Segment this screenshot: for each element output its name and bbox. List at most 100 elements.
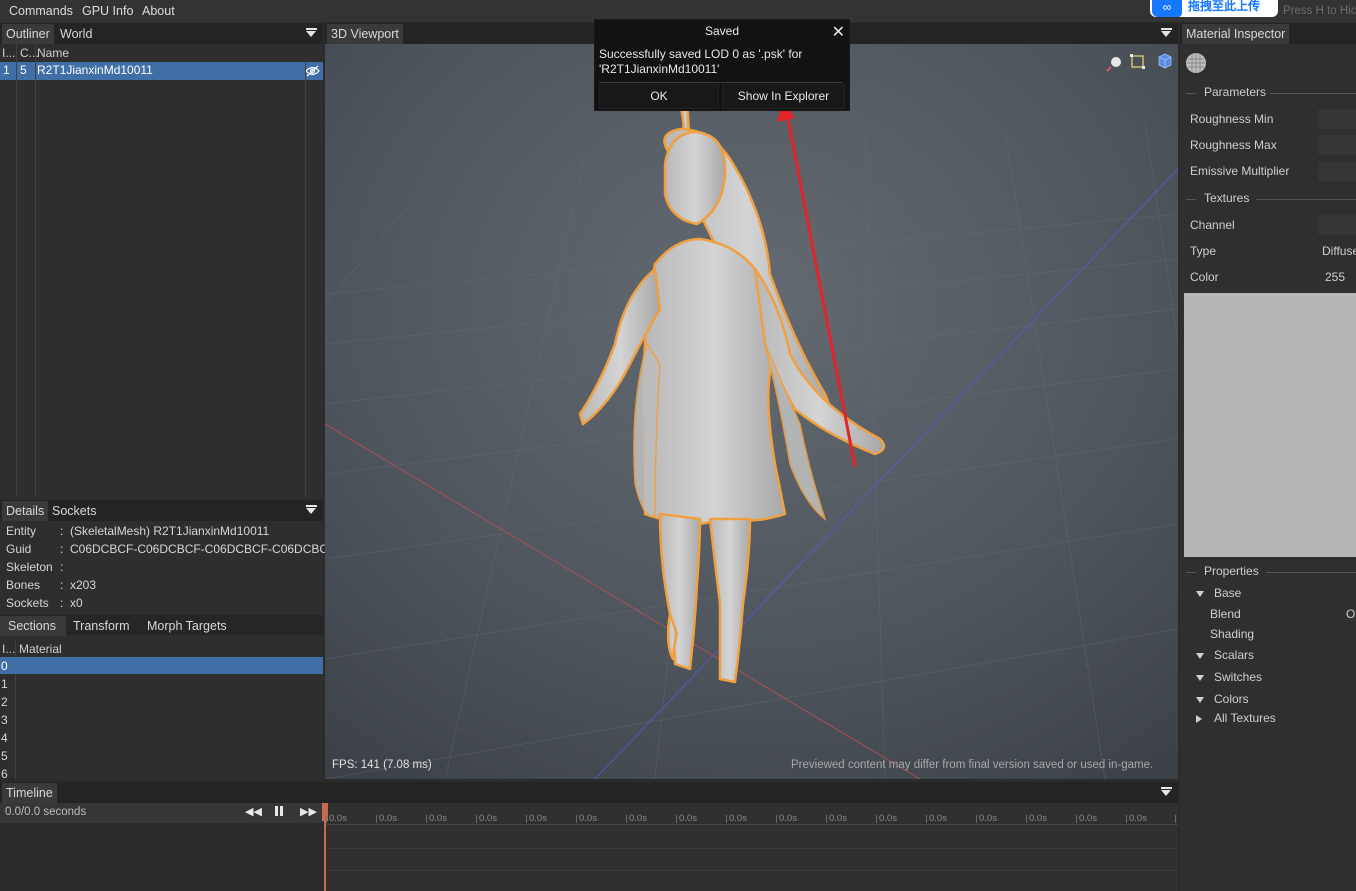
detail-value-bones: x203 xyxy=(70,578,97,592)
timeline-tick-label: 0.0s xyxy=(329,813,347,824)
viewport-menu-icon[interactable] xyxy=(1161,28,1172,41)
detail-value-sockets: x0 xyxy=(70,596,83,610)
tab-morph-targets[interactable]: Morph Targets xyxy=(143,616,231,636)
section-row[interactable]: 1 xyxy=(1,676,8,693)
section-row[interactable]: 4 xyxy=(1,730,8,747)
properties-header[interactable]: Properties xyxy=(1184,564,1356,580)
ok-button[interactable]: OK xyxy=(599,84,719,109)
timeline-tick-label: 0.0s xyxy=(1079,813,1097,824)
roughness-max-field[interactable] xyxy=(1318,135,1356,155)
details-menu-icon[interactable] xyxy=(306,505,317,518)
upload-badge[interactable]: ∞ 拖拽至此上传 xyxy=(1150,0,1278,17)
timeline-tick-label: 0.0s xyxy=(429,813,447,824)
rewind-icon[interactable]: ◀◀ xyxy=(245,805,262,818)
outliner-divider xyxy=(35,45,36,497)
textures-header-label: Textures xyxy=(1204,191,1250,205)
timeline-tick xyxy=(826,815,827,823)
pause-icon[interactable] xyxy=(274,806,284,816)
menu-commands[interactable]: Commands xyxy=(9,4,73,18)
outliner-panel xyxy=(0,22,323,498)
timeline-tick xyxy=(726,815,727,823)
parameters-header[interactable]: Parameters xyxy=(1184,85,1356,101)
timeline-tick xyxy=(976,815,977,823)
tab-outliner[interactable]: Outliner xyxy=(2,24,54,44)
tree-all-textures[interactable]: All Textures xyxy=(1196,711,1276,725)
expand-icon xyxy=(1196,696,1204,703)
sections-col-material[interactable]: Material xyxy=(19,641,62,658)
textures-header[interactable]: Textures xyxy=(1184,191,1356,207)
timeline-tick xyxy=(776,815,777,823)
detail-colon: : xyxy=(60,542,64,556)
channel-label: Channel xyxy=(1190,218,1235,232)
tab-world[interactable]: World xyxy=(56,24,96,44)
tab-timeline[interactable]: Timeline xyxy=(2,783,57,803)
timeline-rule xyxy=(325,848,1178,849)
expand-icon xyxy=(1196,590,1204,597)
color-label: Color xyxy=(1190,270,1219,284)
show-in-explorer-button[interactable]: Show In Explorer xyxy=(722,84,845,109)
color-value[interactable]: 255 xyxy=(1325,270,1345,284)
detail-colon: : xyxy=(60,578,64,592)
outliner-divider xyxy=(305,62,306,497)
tab-sections[interactable]: Sections xyxy=(0,616,66,636)
tree-switches[interactable]: Switches xyxy=(1196,670,1262,684)
detail-label-bones: Bones xyxy=(6,578,41,592)
timeline-track[interactable] xyxy=(325,803,1178,891)
outliner-row[interactable]: 1 5 R2T1JianxinMd10011 xyxy=(0,62,323,80)
cube-icon[interactable] xyxy=(1158,53,1172,69)
outliner-col-index[interactable]: I... xyxy=(2,45,15,62)
timeline-tick xyxy=(676,815,677,823)
timeline-menu-icon[interactable] xyxy=(1161,787,1172,800)
outliner-menu-icon[interactable] xyxy=(306,28,317,41)
emissive-multiplier-field[interactable] xyxy=(1318,161,1356,181)
section-row[interactable]: 6 xyxy=(1,766,8,779)
timeline-tick xyxy=(1175,815,1176,823)
fast-forward-icon[interactable]: ▶▶ xyxy=(300,805,317,818)
timeline-tick-label: 0.0s xyxy=(579,813,597,824)
param-roughness-min: Roughness Min xyxy=(1190,112,1274,126)
blend-value[interactable]: O xyxy=(1346,607,1355,621)
timeline-tick xyxy=(626,815,627,823)
channel-select[interactable] xyxy=(1318,215,1356,235)
tree-colors[interactable]: Colors xyxy=(1196,692,1249,706)
timeline-tick-label: 0.0s xyxy=(1029,813,1047,824)
tree-base[interactable]: Base xyxy=(1196,586,1241,600)
tab-sockets[interactable]: Sockets xyxy=(48,501,100,521)
detail-label-entity: Entity xyxy=(6,524,37,538)
type-value[interactable]: Diffuse xyxy=(1322,244,1356,258)
outliner-row-count: 5 xyxy=(20,63,27,77)
blend-label: Blend xyxy=(1210,607,1241,621)
timeline-rule xyxy=(325,870,1178,871)
timeline-tick-label: 0.0s xyxy=(829,813,847,824)
expand-icon xyxy=(1196,652,1204,659)
collapse-icon xyxy=(1196,714,1202,723)
tab-3d-viewport[interactable]: 3D Viewport xyxy=(327,24,403,44)
saved-dialog: Saved ✕ Successfully saved LOD 0 as '.ps… xyxy=(594,19,850,111)
tab-transform[interactable]: Transform xyxy=(69,616,134,636)
section-row[interactable]: 5 xyxy=(1,748,8,765)
detail-value-entity: (SkeletalMesh) R2T1JianxinMd10011 xyxy=(70,524,270,538)
close-icon[interactable]: ✕ xyxy=(832,22,845,42)
timeline-tick xyxy=(1026,815,1027,823)
timeline-tick-label: 0.0s xyxy=(979,813,997,824)
sections-col-index[interactable]: I... xyxy=(2,641,15,658)
tab-material-inspector[interactable]: Material Inspector xyxy=(1182,24,1290,44)
menu-about[interactable]: About xyxy=(142,4,175,18)
viewport-canvas[interactable] xyxy=(325,44,1178,779)
section-row[interactable]: 2 xyxy=(1,694,8,711)
section-row[interactable]: 3 xyxy=(1,712,8,729)
tab-details[interactable]: Details xyxy=(2,501,49,521)
tree-scalars[interactable]: Scalars xyxy=(1196,648,1254,662)
section-row[interactable]: 0 xyxy=(1,658,8,675)
visibility-off-icon[interactable] xyxy=(305,65,320,77)
menu-gpu-info[interactable]: GPU Info xyxy=(82,4,133,18)
section-row-selected[interactable] xyxy=(0,657,323,674)
timeline-tick-label: 0.0s xyxy=(1129,813,1147,824)
outliner-col-name[interactable]: Name xyxy=(37,45,69,62)
dialog-message-line: 'R2T1JianxinMd10011' xyxy=(599,62,720,76)
material-preview-icon[interactable] xyxy=(1185,52,1207,74)
timeline-tick-label: 0.0s xyxy=(529,813,547,824)
roughness-min-field[interactable] xyxy=(1318,109,1356,129)
timeline-tick xyxy=(926,815,927,823)
playhead-handle[interactable] xyxy=(322,803,328,821)
